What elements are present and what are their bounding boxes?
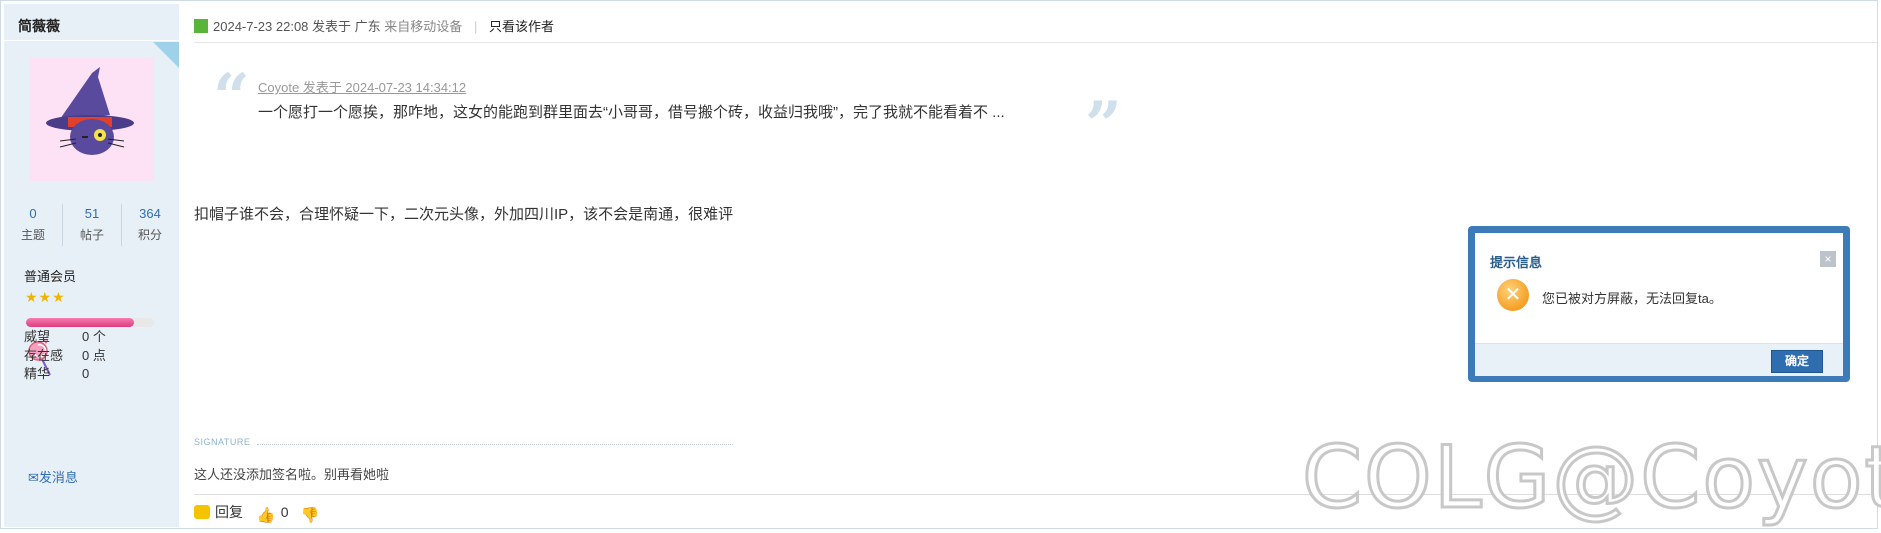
info-presence: 存在感 0 点	[24, 345, 106, 364]
divider	[4, 40, 179, 41]
alert-dialog: 提示信息 × ✕ 您已被对方屏蔽，无法回复ta。 确定	[1468, 226, 1850, 382]
signature-text: 这人还没添加签名啦。别再看她啦	[194, 467, 390, 482]
stat-label: 主题	[20, 228, 45, 242]
info-key: 存在感	[24, 348, 64, 363]
stat-points[interactable]: 364 积分	[121, 204, 179, 246]
corner-badge	[153, 42, 179, 68]
close-icon[interactable]: ×	[1820, 251, 1836, 267]
quote-close-icon: ”	[1085, 88, 1122, 163]
signature-label: SIGNATURE	[194, 437, 251, 447]
watermark: COLG@Coyote	[1300, 427, 1881, 530]
info-value: 0	[82, 366, 90, 381]
dialog-title: 提示信息	[1490, 255, 1543, 270]
like-count: 0	[280, 504, 289, 520]
stat-value: 364	[139, 206, 161, 221]
info-essence: 精华 0	[24, 363, 89, 382]
send-message-link[interactable]: ✉发消息	[28, 467, 78, 486]
thumbs-down-icon[interactable]: 👎	[300, 505, 319, 524]
quote-header-link[interactable]: Coyote 发表于 2024-07-23 14:34:12	[258, 77, 466, 96]
reply-icon	[194, 505, 210, 519]
user-rank: 普通会员	[24, 269, 77, 284]
info-value: 0 点	[82, 348, 106, 363]
separator: |	[473, 19, 478, 34]
info-prestige: 威望 0 个	[24, 326, 106, 345]
info-key: 威望	[24, 329, 51, 344]
dialog-body: 提示信息 × ✕ 您已被对方屏蔽，无法回复ta。 确定	[1475, 233, 1843, 376]
divider	[194, 42, 1877, 43]
info-key: 精华	[24, 366, 51, 381]
thumbs-up-icon[interactable]: 👍	[257, 505, 276, 524]
dialog-footer: 确定	[1475, 343, 1843, 376]
username[interactable]: 简薇薇	[18, 16, 60, 36]
confirm-button[interactable]: 确定	[1771, 350, 1823, 373]
error-icon: ✕	[1497, 279, 1529, 311]
only-author-link[interactable]: 只看该作者	[489, 19, 554, 34]
post-body: 扣帽子谁不会，合理怀疑一下，二次元头像，外加四川IP，该不会是南通，很难评	[194, 206, 734, 223]
quote-open-icon: “	[213, 60, 250, 135]
post-actions: 回复 👍 0 👎	[194, 501, 319, 524]
post-device: 来自移动设备	[384, 19, 463, 34]
post-meta: 2024-7-23 22:08 发表于 广东 来自移动设备 | 只看该作者	[194, 17, 554, 37]
online-status-icon	[194, 19, 208, 33]
avatar[interactable]	[30, 57, 154, 181]
stat-threads[interactable]: 0 主题	[4, 204, 62, 246]
dialog-message: 您已被对方屏蔽，无法回复ta。	[1542, 291, 1722, 306]
post-datetime: 2024-7-23 22:08	[213, 19, 309, 34]
post-location: 发表于 广东	[312, 19, 381, 34]
stat-value: 51	[84, 206, 100, 221]
user-stats: 0 主题 51 帖子 364 积分	[4, 204, 179, 248]
rank-stars: ★★★	[25, 289, 66, 305]
stat-label: 帖子	[79, 228, 104, 242]
stat-label: 积分	[137, 228, 162, 242]
mail-icon: ✉	[28, 470, 39, 485]
signature-divider	[257, 444, 733, 445]
stat-value: 0	[29, 206, 37, 221]
info-value: 0 个	[82, 329, 106, 344]
user-panel: 简薇薇 0 主题 51 帖子 364 积分 普通会员 ★★★ 威望 0 个 存在…	[4, 4, 179, 527]
send-message-label: 发消息	[38, 470, 78, 485]
quote-body: 一个愿打一个愿挨，那咋地，这女的能跑到群里面去“小哥哥，借号搬个砖，收益归我哦”…	[258, 104, 1005, 121]
stat-posts[interactable]: 51 帖子	[62, 204, 122, 246]
reply-button[interactable]: 回复	[215, 504, 243, 520]
